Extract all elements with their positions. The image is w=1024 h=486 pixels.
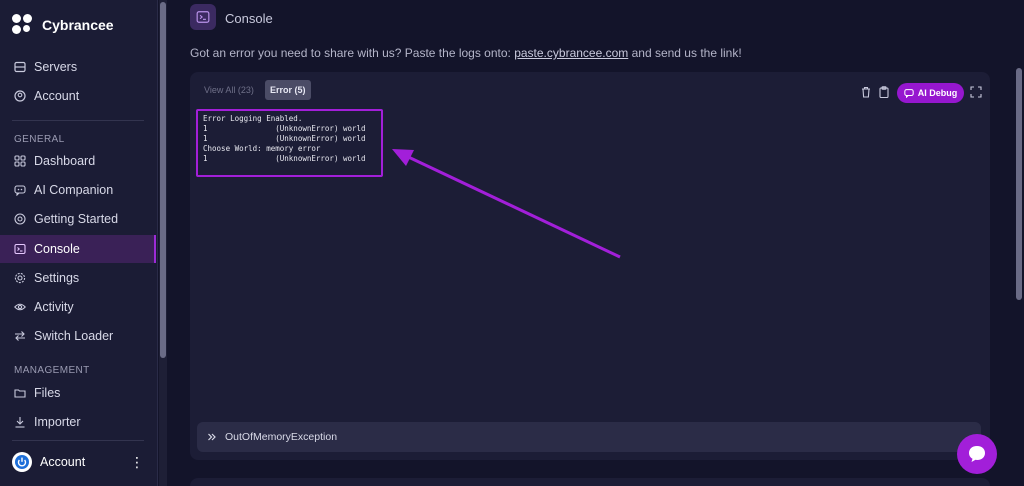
- info-text-suffix: and send us the link!: [628, 46, 742, 60]
- power-icon: [15, 455, 29, 469]
- section-management-heading: MANAGEMENT: [14, 365, 90, 376]
- avatar: [12, 452, 32, 472]
- lifebuoy-icon: [14, 213, 26, 225]
- paste-site-link[interactable]: paste.cybrancee.com: [514, 46, 628, 60]
- eye-icon: [14, 303, 26, 311]
- chat-bubble-icon: [969, 446, 985, 462]
- terminal-icon: [14, 243, 26, 255]
- paste-logs-info: Got an error you need to share with us? …: [190, 46, 742, 60]
- ai-debug-label: AI Debug: [917, 88, 958, 98]
- user-circle-icon: [14, 90, 26, 102]
- robot-chat-icon: [14, 185, 26, 196]
- sidebar-item-label: Console: [34, 242, 80, 256]
- brand-name: Cybrancee: [42, 17, 114, 33]
- sidebar-item-label: Account: [34, 89, 80, 103]
- sidebar-scrollbar[interactable]: [160, 2, 166, 358]
- exception-row[interactable]: OutOfMemoryException: [197, 422, 981, 452]
- tab-view-all[interactable]: View All (23): [199, 80, 259, 100]
- sidebar-item-ai-companion[interactable]: AI Companion: [0, 176, 156, 204]
- ai-debug-button[interactable]: AI Debug: [897, 83, 964, 103]
- chat-widget-button[interactable]: [957, 434, 997, 474]
- sidebar-item-label: AI Companion: [34, 183, 114, 197]
- account-menu[interactable]: Account ⋮: [12, 452, 144, 472]
- annotation-arrow: [392, 149, 621, 259]
- grid-icon: [14, 155, 26, 167]
- account-menu-label: Account: [40, 455, 86, 469]
- page-title: Console: [225, 11, 273, 26]
- sidebar-item-files[interactable]: Files: [0, 379, 156, 407]
- sidebar-item-dashboard[interactable]: Dashboard: [0, 147, 156, 175]
- sidebar-item-activity[interactable]: Activity: [0, 293, 156, 321]
- server-icon: [14, 61, 26, 73]
- sidebar: Cybrancee Servers Account GENERAL Dashbo…: [0, 0, 158, 486]
- section-general-heading: GENERAL: [14, 134, 65, 145]
- sidebar-item-label: Settings: [34, 271, 80, 285]
- main-scrollbar[interactable]: [1016, 68, 1022, 300]
- sidebar-item-getting-started[interactable]: Getting Started: [0, 205, 156, 233]
- sidebar-item-importer[interactable]: Importer: [0, 408, 156, 436]
- tab-error[interactable]: Error (5): [265, 80, 311, 100]
- info-text-prefix: Got an error you need to share with us? …: [190, 46, 515, 60]
- exception-label: OutOfMemoryException: [225, 431, 338, 443]
- expand-icon[interactable]: [970, 86, 982, 98]
- sidebar-item-label: Importer: [34, 415, 81, 429]
- sidebar-item-label: Getting Started: [34, 212, 119, 226]
- sidebar-divider: [12, 440, 144, 441]
- download-icon: [15, 417, 25, 428]
- ai-chat-icon: [904, 89, 914, 98]
- brand-logo[interactable]: Cybrancee: [12, 14, 114, 36]
- sidebar-item-account[interactable]: Account: [0, 82, 156, 110]
- folder-icon: [14, 389, 26, 398]
- sidebar-item-servers[interactable]: Servers: [0, 53, 156, 81]
- trash-icon[interactable]: [860, 86, 872, 98]
- chevron-double-right-icon: [208, 433, 216, 441]
- gear-icon: [14, 272, 26, 284]
- log-highlight-box: [196, 109, 383, 177]
- sidebar-divider: [12, 120, 144, 121]
- sidebar-item-settings[interactable]: Settings: [0, 264, 156, 292]
- sidebar-item-switch-loader[interactable]: Switch Loader: [0, 322, 156, 350]
- terminal-icon: [196, 11, 210, 23]
- next-panel: [190, 478, 990, 486]
- sidebar-item-console[interactable]: Console: [0, 235, 156, 263]
- swap-arrows-icon: [15, 331, 25, 341]
- sidebar-item-label: Servers: [34, 60, 78, 74]
- sidebar-item-label: Switch Loader: [34, 329, 114, 343]
- clipboard-icon[interactable]: [878, 86, 890, 98]
- console-title-icon: [190, 4, 216, 30]
- sidebar-item-label: Dashboard: [34, 154, 96, 168]
- sidebar-item-label: Files: [34, 386, 61, 400]
- cybrancee-logo-icon: [12, 14, 34, 36]
- kebab-menu-icon[interactable]: ⋮: [130, 454, 144, 471]
- sidebar-item-label: Activity: [34, 300, 74, 314]
